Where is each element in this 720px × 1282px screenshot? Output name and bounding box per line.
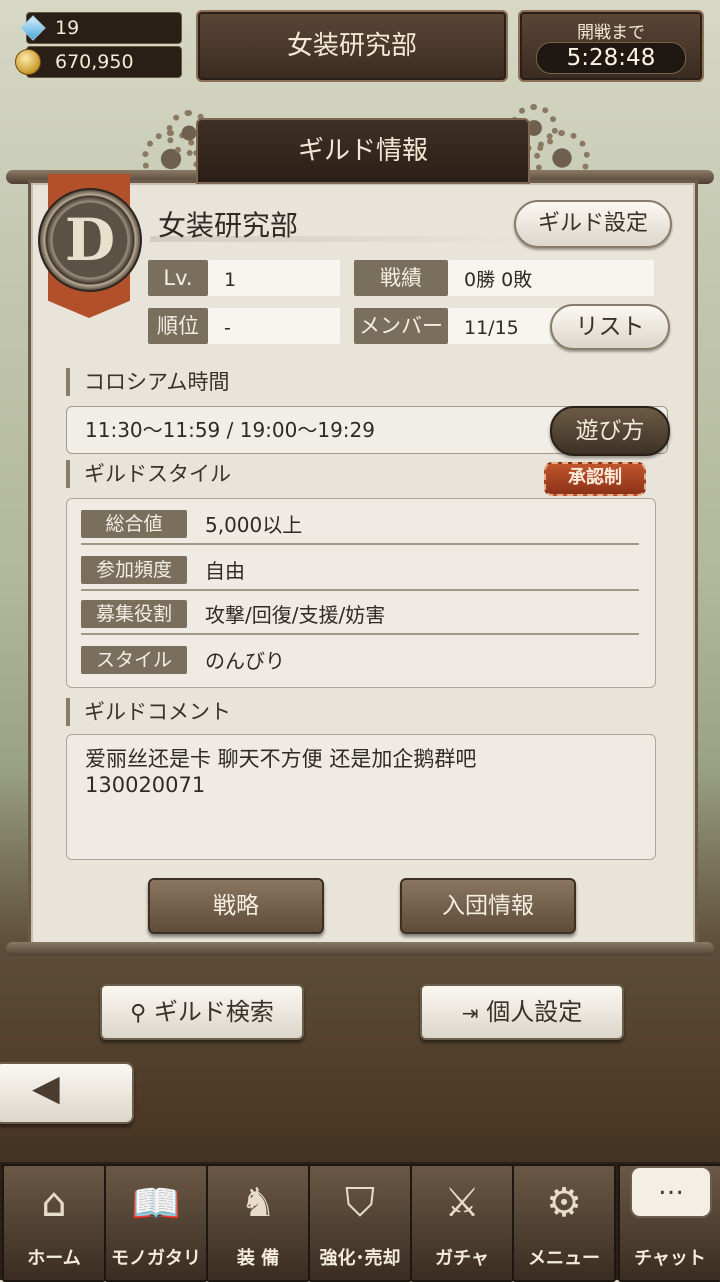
nav-enhance[interactable]: ⛉ 強化･売却 bbox=[308, 1164, 412, 1282]
guild-comment-box: 爱丽丝还是卡 聊天不方便 还是加企鹅群吧 130020071 bbox=[66, 734, 656, 860]
style-row-frequency: 参加頻度 自由 bbox=[81, 549, 639, 591]
rank-value: - bbox=[208, 308, 340, 344]
guild-comment-section-title: ギルドコメント bbox=[66, 698, 231, 726]
personal-settings-label: 個人設定 bbox=[486, 998, 583, 1026]
emblem-letter: D bbox=[64, 206, 116, 274]
style-row-style: スタイル のんびり bbox=[81, 639, 639, 679]
guild-search-label: ギルド検索 bbox=[153, 998, 274, 1026]
member-list-button[interactable]: リスト bbox=[550, 304, 670, 350]
nav-label: 装 備 bbox=[236, 1248, 280, 1269]
crystal-icon bbox=[20, 15, 46, 41]
enter-icon: ⇥ bbox=[461, 1001, 479, 1025]
personal-settings-button[interactable]: ⇥ 個人設定 bbox=[420, 984, 624, 1040]
coin-counter: 670,950 bbox=[15, 46, 182, 78]
castle-icon: ⌂ bbox=[41, 1180, 67, 1226]
guild-settings-button[interactable]: ギルド設定 bbox=[514, 200, 672, 248]
timer-value: 5:28:48 bbox=[536, 42, 686, 74]
coliseum-times-text: 11:30〜11:59 / 19:00〜19:29 bbox=[85, 418, 375, 442]
nav-menu[interactable]: ⚙ メニュー bbox=[512, 1164, 616, 1282]
panel-header: ギルド情報 bbox=[196, 118, 530, 184]
nav-label: 強化･売却 bbox=[319, 1248, 401, 1269]
guild-name: 女装研究部 bbox=[158, 209, 299, 242]
book-icon: 📖 bbox=[131, 1181, 181, 1227]
swords-icon: ⚔ bbox=[444, 1180, 480, 1226]
how-to-play-button[interactable]: 遊び方 bbox=[550, 406, 670, 456]
nav-gacha[interactable]: ⚔ ガチャ bbox=[410, 1164, 514, 1282]
nav-label: ガチャ bbox=[435, 1248, 489, 1269]
crystal-count: 19 bbox=[55, 17, 80, 39]
approval-badge: 承認制 bbox=[544, 462, 646, 496]
style-row-value: 5,000以上 bbox=[205, 513, 303, 537]
guild-style-section-title: ギルドスタイル bbox=[66, 460, 231, 488]
chat-icon[interactable]: … bbox=[630, 1166, 712, 1218]
level-value: 1 bbox=[208, 260, 340, 296]
search-icon: ⚲ bbox=[130, 1001, 147, 1026]
nav-label: メニュー bbox=[528, 1248, 600, 1269]
rank-label: 順位 bbox=[148, 308, 208, 344]
comment-line-1: 爱丽丝还是卡 聊天不方便 还是加企鹅群吧 bbox=[85, 747, 477, 771]
members-label: メンバー bbox=[354, 308, 448, 344]
guild-rank-emblem: D bbox=[38, 188, 142, 292]
bottom-nav: ⌂ ホーム 📖 モノガタリ ♞ 装 備 ⛉ 強化･売却 ⚔ ガチャ ⚙ メニュー… bbox=[0, 1162, 720, 1282]
style-row-value: のんびり bbox=[205, 649, 285, 673]
coin-count: 670,950 bbox=[55, 51, 134, 73]
style-row-label: 募集役割 bbox=[81, 600, 187, 628]
panel-bottom-rod bbox=[6, 942, 714, 956]
nav-label: ホーム bbox=[27, 1248, 81, 1269]
battle-timer: 開戦まで 5:28:48 bbox=[518, 10, 704, 82]
nav-label: モノガタリ bbox=[111, 1248, 201, 1269]
style-row-total: 総合値 5,000以上 bbox=[81, 503, 639, 545]
puppet-icon: ♞ bbox=[240, 1180, 276, 1226]
style-row-label: スタイル bbox=[81, 646, 187, 674]
record-label: 戦績 bbox=[354, 260, 448, 296]
level-label: Lv. bbox=[148, 260, 208, 296]
record-value: 0勝 0敗 bbox=[448, 260, 654, 296]
gears-icon: ⚙ bbox=[546, 1180, 582, 1226]
back-button[interactable]: ◀ bbox=[0, 1062, 134, 1124]
join-info-button[interactable]: 入団情報 bbox=[400, 878, 576, 934]
nav-story[interactable]: 📖 モノガタリ bbox=[104, 1164, 208, 1282]
nav-label: チャット bbox=[634, 1248, 706, 1269]
guild-search-button[interactable]: ⚲ ギルド検索 bbox=[100, 984, 304, 1040]
style-row-value: 攻撃/回復/支援/妨害 bbox=[205, 603, 386, 627]
shield-icon: ⛉ bbox=[345, 1180, 375, 1226]
nav-home[interactable]: ⌂ ホーム bbox=[2, 1164, 106, 1282]
style-row-roles: 募集役割 攻撃/回復/支援/妨害 bbox=[81, 593, 639, 635]
guild-style-box: 総合値 5,000以上 参加頻度 自由 募集役割 攻撃/回復/支援/妨害 スタイ… bbox=[66, 498, 656, 688]
style-row-value: 自由 bbox=[205, 559, 245, 583]
top-guild-title: 女装研究部 bbox=[196, 10, 508, 82]
nav-equip[interactable]: ♞ 装 備 bbox=[206, 1164, 310, 1282]
crystal-counter: 19 bbox=[20, 12, 182, 44]
coliseum-section-title: コロシアム時間 bbox=[66, 368, 230, 396]
back-arrow-icon: ◀ bbox=[32, 1068, 60, 1109]
strategy-button[interactable]: 戦略 bbox=[148, 878, 324, 934]
timer-label: 開戦まで bbox=[577, 23, 645, 43]
comment-line-2: 130020071 bbox=[85, 773, 206, 797]
style-row-label: 参加頻度 bbox=[81, 556, 187, 584]
style-row-label: 総合値 bbox=[81, 510, 187, 538]
coin-icon bbox=[15, 49, 41, 75]
